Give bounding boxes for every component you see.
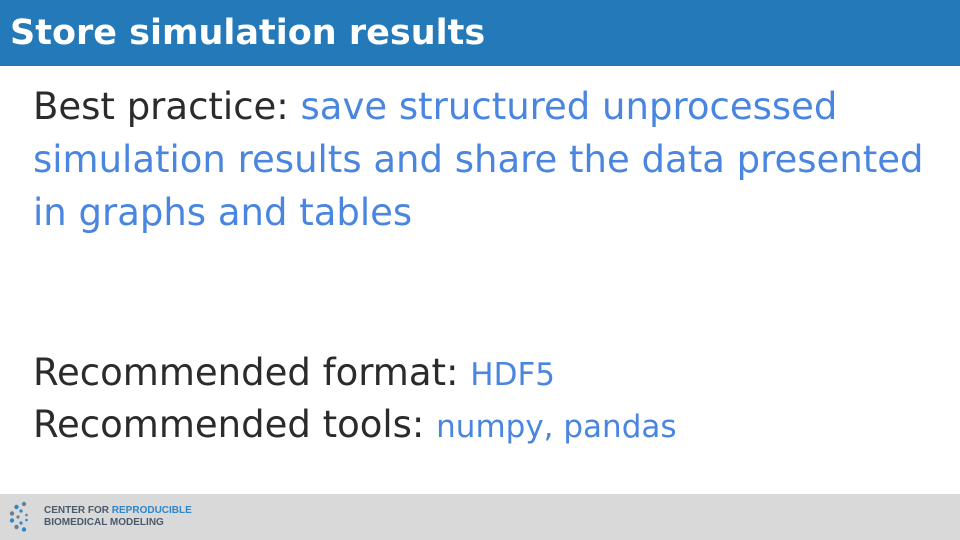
format-label: Recommended format: [33,351,471,394]
recommended-tools-line: Recommended tools: numpy, pandas [33,400,677,452]
slide-title: Store simulation results [10,13,486,53]
logo-line-1: CENTER FOR REPRODUCIBLE [44,505,192,517]
format-value: HDF5 [470,357,556,393]
title-bar: Store simulation results [0,0,960,66]
best-practice-paragraph: Best practice: save structured unprocess… [33,80,933,239]
logo-line-1a: CENTER FOR [44,505,112,516]
crbm-logo-text: CENTER FOR REPRODUCIBLE BIOMEDICAL MODEL… [44,505,192,529]
logo-line-2: BIOMEDICAL MODELING [44,517,164,528]
best-practice-label: Best practice: [33,85,301,128]
recommended-format-line: Recommended format: HDF5 [33,348,677,400]
logo-line-1b: REPRODUCIBLE [111,505,192,516]
tools-label: Recommended tools: [33,403,437,446]
tools-value: numpy, pandas [436,409,677,445]
recommendations: Recommended format: HDF5 Recommended too… [33,348,677,452]
crbm-logo-icon [9,501,28,532]
